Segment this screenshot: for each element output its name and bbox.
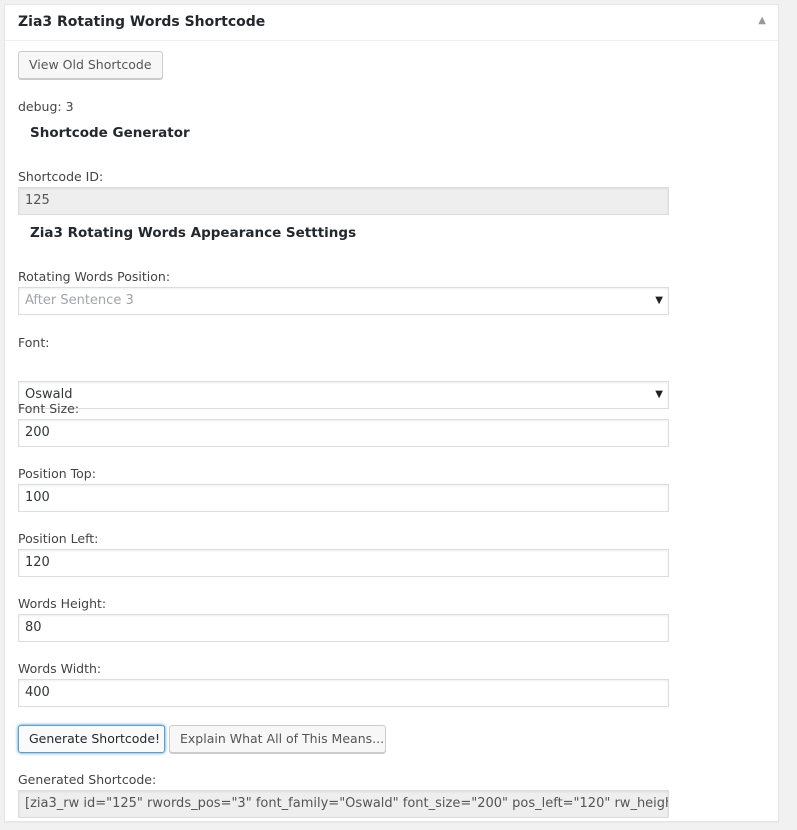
dropdown-arrow-icon: ▼ bbox=[655, 389, 663, 400]
font-size-input[interactable]: 200 bbox=[18, 419, 669, 447]
words-height-input[interactable]: 80 bbox=[18, 614, 669, 642]
explain-button[interactable]: Explain What All of This Means... bbox=[169, 725, 386, 753]
font-select-label: Font: bbox=[18, 335, 50, 350]
rotating-words-position-select[interactable]: After Sentence 3 ▼ bbox=[18, 287, 669, 315]
view-old-shortcode-button[interactable]: View Old Shortcode bbox=[18, 51, 163, 79]
font-select-value: Oswald bbox=[25, 387, 73, 402]
generated-shortcode-field[interactable]: [zia3_rw id="125" rwords_pos="3" font_fa… bbox=[18, 790, 669, 818]
debug-text: debug: 3 bbox=[18, 99, 74, 114]
appearance-settings-heading: Zia3 Rotating Words Appearance Setttings bbox=[30, 225, 357, 241]
position-left-label: Position Left: bbox=[18, 531, 99, 546]
words-height-label: Words Height: bbox=[18, 596, 107, 611]
dropdown-arrow-icon: ▼ bbox=[655, 295, 663, 306]
metabox-content: View Old Shortcode debug: 3 Shortcode Ge… bbox=[18, 41, 758, 818]
shortcode-id-label: Shortcode ID: bbox=[18, 169, 104, 184]
metabox-header[interactable]: Zia3 Rotating Words Shortcode ▲ bbox=[5, 5, 778, 41]
generated-shortcode-label: Generated Shortcode: bbox=[18, 772, 157, 787]
shortcode-generator-heading: Shortcode Generator bbox=[30, 125, 190, 141]
font-select[interactable]: Oswald ▼ bbox=[18, 381, 669, 409]
position-select-label: Rotating Words Position: bbox=[18, 269, 171, 284]
words-width-input[interactable]: 400 bbox=[18, 679, 669, 707]
collapse-arrow-icon[interactable]: ▲ bbox=[758, 15, 766, 27]
position-select-value: After Sentence 3 bbox=[25, 293, 134, 308]
position-left-input[interactable]: 120 bbox=[18, 549, 669, 577]
position-top-label: Position Top: bbox=[18, 466, 96, 481]
rotating-words-metabox: Zia3 Rotating Words Shortcode ▲ View Old… bbox=[4, 4, 779, 822]
metabox-title: Zia3 Rotating Words Shortcode bbox=[18, 14, 266, 30]
words-width-label: Words Width: bbox=[18, 661, 102, 676]
generate-shortcode-button[interactable]: Generate Shortcode! bbox=[18, 725, 165, 753]
shortcode-id-field[interactable]: 125 bbox=[18, 187, 669, 215]
font-size-label: Font Size: bbox=[18, 401, 80, 416]
position-top-input[interactable]: 100 bbox=[18, 484, 669, 512]
